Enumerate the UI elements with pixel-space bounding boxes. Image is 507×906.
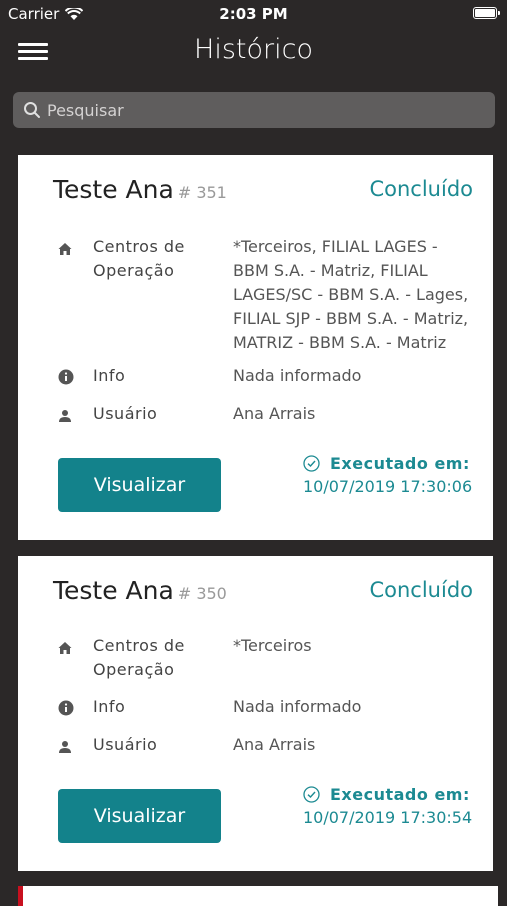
operation-centers-label: Centros de Operação xyxy=(93,237,185,280)
card-number: # 351 xyxy=(177,183,227,202)
info-row: Info Nada informado xyxy=(58,695,478,723)
check-circle-icon xyxy=(303,786,320,803)
info-icon xyxy=(58,699,75,723)
page-title: Histórico xyxy=(194,34,313,65)
operation-centers-label: Centros de Operação xyxy=(93,636,185,679)
executed-datetime: 10/07/2019 17:30:06 xyxy=(303,477,473,496)
battery-icon xyxy=(473,7,500,19)
check-circle-icon xyxy=(303,455,320,472)
operation-centers-value: *Terceiros, FILIAL LAGES - BBM S.A. - Ma… xyxy=(233,237,469,352)
user-icon xyxy=(58,737,75,761)
history-card: Teste Ana # 351 Concluído Centros de Oper… xyxy=(18,155,493,540)
card-number: # 350 xyxy=(177,584,227,603)
view-button[interactable]: Visualizar xyxy=(58,789,221,843)
executed-label: Executado em: xyxy=(330,454,470,473)
user-value: Ana Arrais xyxy=(233,735,316,754)
user-label: Usuário xyxy=(93,404,158,423)
info-label: Info xyxy=(93,366,126,385)
history-card-partial xyxy=(18,886,498,906)
nav-header: Histórico xyxy=(0,28,507,78)
status-label: Concluído xyxy=(369,177,473,201)
info-value: Nada informado xyxy=(233,366,362,385)
user-row: Usuário Ana Arrais xyxy=(58,733,478,761)
info-label: Info xyxy=(93,697,126,716)
status-label: Concluído xyxy=(369,578,473,602)
card-title-text: Teste Ana xyxy=(53,175,174,204)
user-icon xyxy=(58,406,75,430)
home-icon xyxy=(58,638,75,682)
operation-centers-row: Centros de Operação *Terceiros xyxy=(58,634,478,682)
executed-label: Executado em: xyxy=(330,785,470,804)
history-card: Teste Ana # 350 Concluído Centros de Oper… xyxy=(18,556,493,871)
user-value: Ana Arrais xyxy=(233,404,316,423)
info-icon xyxy=(58,368,75,392)
status-bar: Carrier 2:03 PM xyxy=(0,0,507,28)
card-title: Teste Ana # 351 xyxy=(53,175,227,204)
card-title-text: Teste Ana xyxy=(53,576,174,605)
card-title: Teste Ana # 350 xyxy=(53,576,227,605)
executed-info: Executado em: 10/07/2019 17:30:06 xyxy=(303,452,472,498)
executed-info: Executado em: 10/07/2019 17:30:54 xyxy=(303,783,472,829)
operation-centers-value: *Terceiros xyxy=(233,636,312,655)
view-button[interactable]: Visualizar xyxy=(58,458,221,512)
search-bar[interactable] xyxy=(13,92,495,128)
status-time: 2:03 PM xyxy=(219,5,288,23)
user-label: Usuário xyxy=(93,735,158,754)
user-row: Usuário Ana Arrais xyxy=(58,402,478,430)
search-icon xyxy=(23,101,41,119)
home-icon xyxy=(58,239,75,355)
info-value: Nada informado xyxy=(233,697,362,716)
info-row: Info Nada informado xyxy=(58,364,478,392)
executed-datetime: 10/07/2019 17:30:54 xyxy=(303,808,473,827)
search-input[interactable] xyxy=(47,100,467,120)
operation-centers-row: Centros de Operação *Terceiros, FILIAL L… xyxy=(58,235,478,355)
